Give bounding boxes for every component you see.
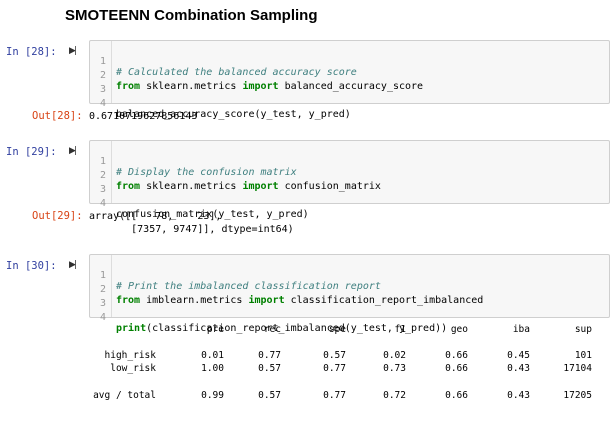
- report-cell: 0.43: [507, 363, 530, 374]
- output-value: 0.6710719627856143: [89, 111, 198, 122]
- report-cell: 0.02: [383, 350, 406, 361]
- report-cell: 0.57: [258, 363, 281, 374]
- code-line: 3: [99, 184, 106, 195]
- report-column-header: sup: [574, 324, 592, 335]
- code-line: 1 # Display the confusion matrix: [99, 156, 297, 178]
- code-line: 3: [99, 298, 106, 309]
- out-prompt-29: Out[29]:: [32, 210, 83, 222]
- report-cell: 0.43: [507, 390, 530, 401]
- code-line: 1 # Calculated the balanced accuracy sco…: [99, 56, 357, 78]
- code-line: 4 print(classification_report_imbalanced…: [99, 312, 448, 334]
- in-prompt-29: In [29]:: [6, 146, 57, 158]
- report-cell: 17104: [563, 363, 592, 374]
- report-cell: 0.66: [445, 350, 468, 361]
- in-prompt-30: In [30]:: [6, 260, 57, 272]
- output-array-line-1: array([[ 78, 23],: [89, 211, 222, 222]
- run-cell-icon[interactable]: ▶|: [69, 260, 77, 270]
- in-prompt-28: In [28]:: [6, 46, 57, 58]
- report-cell: 101: [574, 350, 592, 361]
- code-line: 4 balanced_accuracy_score(y_test, y_pred…: [99, 98, 351, 120]
- report-column-header: geo: [450, 324, 468, 335]
- report-cell: 0.66: [445, 363, 468, 374]
- report-cell: 17205: [563, 390, 592, 401]
- code-cell-28[interactable]: 1 # Calculated the balanced accuracy sco…: [89, 40, 610, 120]
- out-prompt-28: Out[28]:: [32, 110, 83, 122]
- output-array-line-2: [7357, 9747]], dtype=int64): [89, 224, 294, 235]
- code-line: 1 # Print the imbalanced classification …: [99, 270, 381, 292]
- code-cell-30[interactable]: 1 # Print the imbalanced classification …: [89, 254, 610, 334]
- report-cell: 0.77: [258, 350, 281, 361]
- report-column-header: iba: [512, 324, 530, 335]
- code-cell-29[interactable]: 1 # Display the confusion matrix 2 from …: [89, 140, 610, 220]
- report-cell: 0.72: [383, 390, 406, 401]
- run-cell-icon[interactable]: ▶|: [69, 146, 77, 156]
- report-cell: 0.77: [323, 390, 346, 401]
- report-row-label: avg / total: [93, 390, 156, 401]
- report-cell: 1.00: [201, 363, 224, 374]
- report-cell: 0.45: [507, 350, 530, 361]
- code-line: 4 confusion_matrix(y_test, y_pred): [99, 198, 309, 220]
- code-line: 2 from sklearn.metrics import confusion_…: [99, 170, 381, 192]
- code-line: 3: [99, 84, 106, 95]
- report-column-header: f1: [394, 324, 406, 335]
- report-cell: 0.57: [258, 390, 281, 401]
- report-row-label: low_risk: [110, 363, 156, 374]
- report-cell: 0.57: [323, 350, 346, 361]
- code-line: 2 from imblearn.metrics import classific…: [99, 284, 484, 306]
- code-line: 2 from sklearn.metrics import balanced_a…: [99, 70, 424, 92]
- report-cell: 0.01: [201, 350, 224, 361]
- report-column-header: spe: [328, 324, 346, 335]
- report-cell: 0.66: [445, 390, 468, 401]
- report-column-header: rec: [263, 324, 281, 335]
- report-row-label: high_risk: [104, 350, 156, 361]
- run-cell-icon[interactable]: ▶|: [69, 46, 77, 56]
- report-cell: 0.77: [323, 363, 346, 374]
- report-cell: 0.73: [383, 363, 406, 374]
- report-column-header: pre: [206, 324, 224, 335]
- section-heading: SMOTEENN Combination Sampling: [65, 7, 318, 24]
- report-cell: 0.99: [201, 390, 224, 401]
